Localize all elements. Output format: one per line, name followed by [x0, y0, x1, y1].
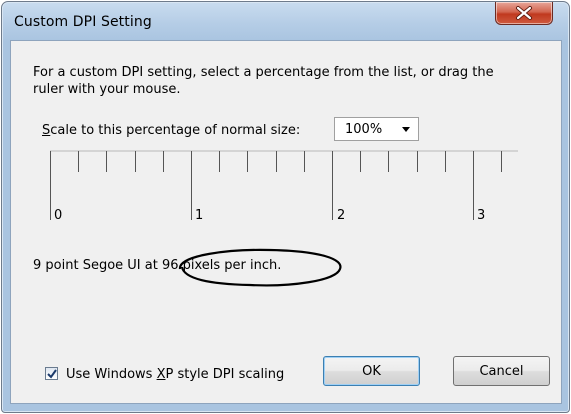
title-bar[interactable]: Custom DPI Setting: [2, 2, 569, 42]
check-icon: [47, 369, 57, 379]
chevron-down-icon: [402, 127, 410, 132]
cancel-button[interactable]: Cancel: [453, 356, 550, 386]
ruler-label-3: 3: [477, 208, 486, 223]
scale-percentage-value: 100%: [345, 122, 383, 137]
window-title: Custom DPI Setting: [14, 14, 152, 30]
ruler-label-1: 1: [195, 208, 204, 223]
ruler-label-0: 0: [54, 208, 63, 223]
xp-style-scaling-label: Use Windows XP style DPI scaling: [66, 367, 284, 382]
instructions-text: For a custom DPI setting, select a perce…: [33, 65, 494, 97]
xp-style-scaling-checkbox[interactable]: Use Windows XP style DPI scaling: [45, 366, 295, 384]
xp-label-part1: Use Windows: [66, 367, 157, 382]
checkbox-box[interactable]: [45, 367, 58, 380]
xp-label-part2: P style DPI scaling: [165, 367, 285, 382]
scale-label: Scale to this percentage of normal size:: [42, 123, 300, 138]
close-button[interactable]: [495, 2, 553, 25]
xp-label-mnemonic: X: [156, 367, 166, 382]
highlight-ellipse: [178, 248, 342, 287]
ruler-label-2: 2: [337, 208, 346, 223]
dpi-ruler[interactable]: 0 1 2 3: [50, 150, 518, 230]
scale-label-text: cale to this percentage of normal size:: [50, 123, 301, 138]
scale-percentage-dropdown[interactable]: 100%: [334, 117, 419, 141]
ok-button[interactable]: OK: [323, 356, 420, 386]
ruler-ticks: [50, 150, 518, 220]
close-icon: [516, 6, 532, 20]
